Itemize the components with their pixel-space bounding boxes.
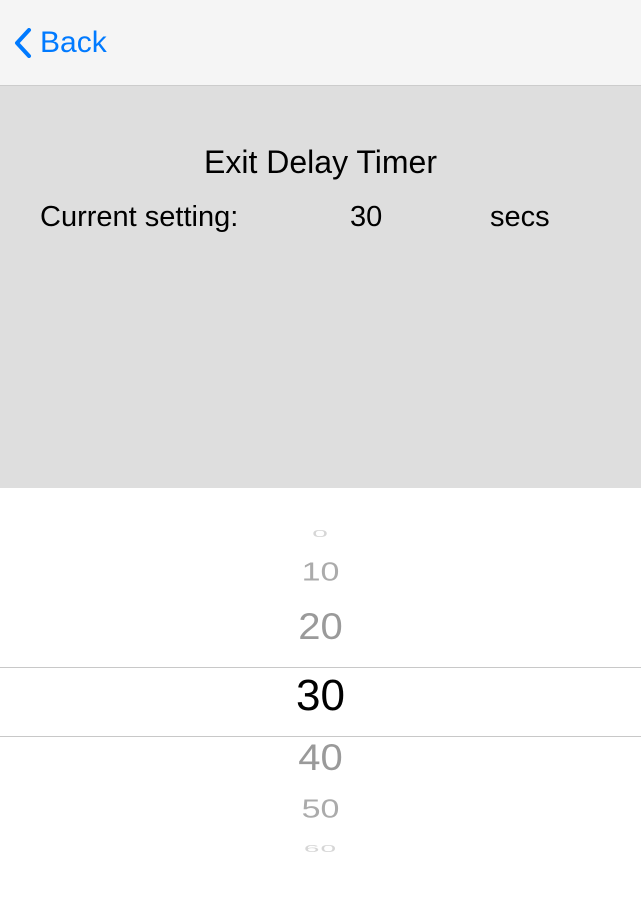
- picker-item[interactable]: 10: [0, 558, 641, 587]
- current-setting-unit: secs: [490, 201, 550, 234]
- current-setting-row: Current setting: 30 secs: [0, 201, 641, 234]
- picker-item[interactable]: 20: [0, 607, 641, 648]
- picker-items: 0 10 20 30 40 50 60: [0, 488, 641, 920]
- back-label: Back: [40, 26, 107, 60]
- content-panel: Exit Delay Timer Current setting: 30 sec…: [0, 86, 641, 488]
- nav-bar: Back: [0, 0, 641, 86]
- picker-item[interactable]: 40: [0, 738, 641, 779]
- timer-picker[interactable]: 0 10 20 30 40 50 60: [0, 488, 641, 920]
- picker-item[interactable]: 50: [0, 795, 641, 824]
- picker-item[interactable]: 0: [0, 528, 641, 539]
- current-setting-label: Current setting:: [40, 201, 350, 234]
- page-title: Exit Delay Timer: [0, 144, 641, 181]
- picker-item[interactable]: 60: [0, 843, 641, 854]
- picker-item-selected[interactable]: 30: [0, 671, 641, 721]
- chevron-left-icon: [14, 28, 32, 58]
- current-setting-value: 30: [350, 201, 490, 234]
- back-button[interactable]: Back: [14, 26, 107, 60]
